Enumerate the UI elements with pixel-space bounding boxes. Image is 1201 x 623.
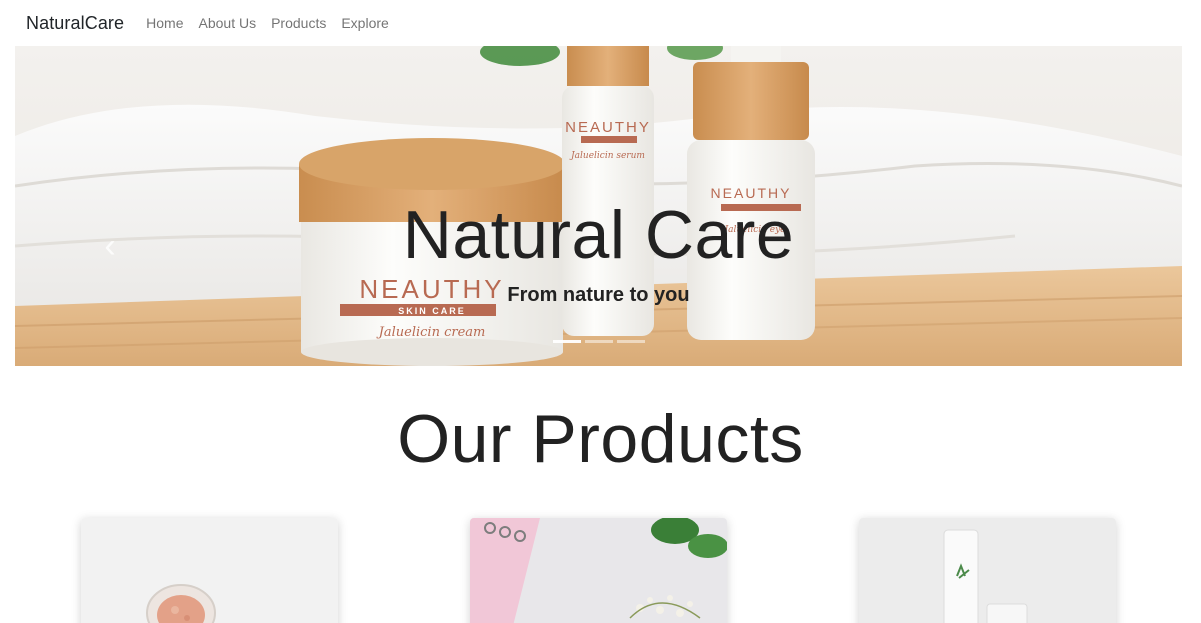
hero-title: Natural Care [402, 197, 795, 273]
product-card-1[interactable] [81, 518, 338, 623]
product-image-2 [470, 518, 727, 623]
nav-link-about-us[interactable]: About Us [199, 15, 257, 31]
product-card-3[interactable] [859, 518, 1116, 623]
serum-product-text: Jaluelicin serum [569, 151, 645, 161]
hero-subtitle: From nature to you [507, 284, 690, 306]
products-section-title: Our Products [397, 401, 804, 477]
carousel-indicators [553, 340, 645, 343]
product-image-3 [859, 518, 1116, 623]
hero-carousel: NEAUTHY SKIN CARE Jaluelicin cream NEAUT… [15, 46, 1182, 366]
serum-brand-text: NEAUTHY [565, 119, 651, 136]
nav-link-home[interactable]: Home [146, 15, 183, 31]
product-card-2[interactable] [470, 518, 727, 623]
chevron-left-icon: ‹ [104, 226, 116, 265]
product-image-1 [81, 518, 338, 623]
carousel-indicator-2[interactable] [585, 340, 613, 343]
navbar: NaturalCare Home About Us Products Explo… [0, 0, 1201, 46]
nav-link-products[interactable]: Products [271, 15, 326, 31]
nav-link-explore[interactable]: Explore [341, 15, 388, 31]
carousel-prev-button[interactable]: ‹ [95, 226, 125, 266]
brand-link[interactable]: NaturalCare [26, 13, 124, 34]
jar-tagline-text: SKIN CARE [398, 306, 466, 316]
carousel-indicator-1[interactable] [553, 340, 581, 343]
jar-product-text: Jaluelicin cream [376, 325, 486, 340]
carousel-indicator-3[interactable] [617, 340, 645, 343]
